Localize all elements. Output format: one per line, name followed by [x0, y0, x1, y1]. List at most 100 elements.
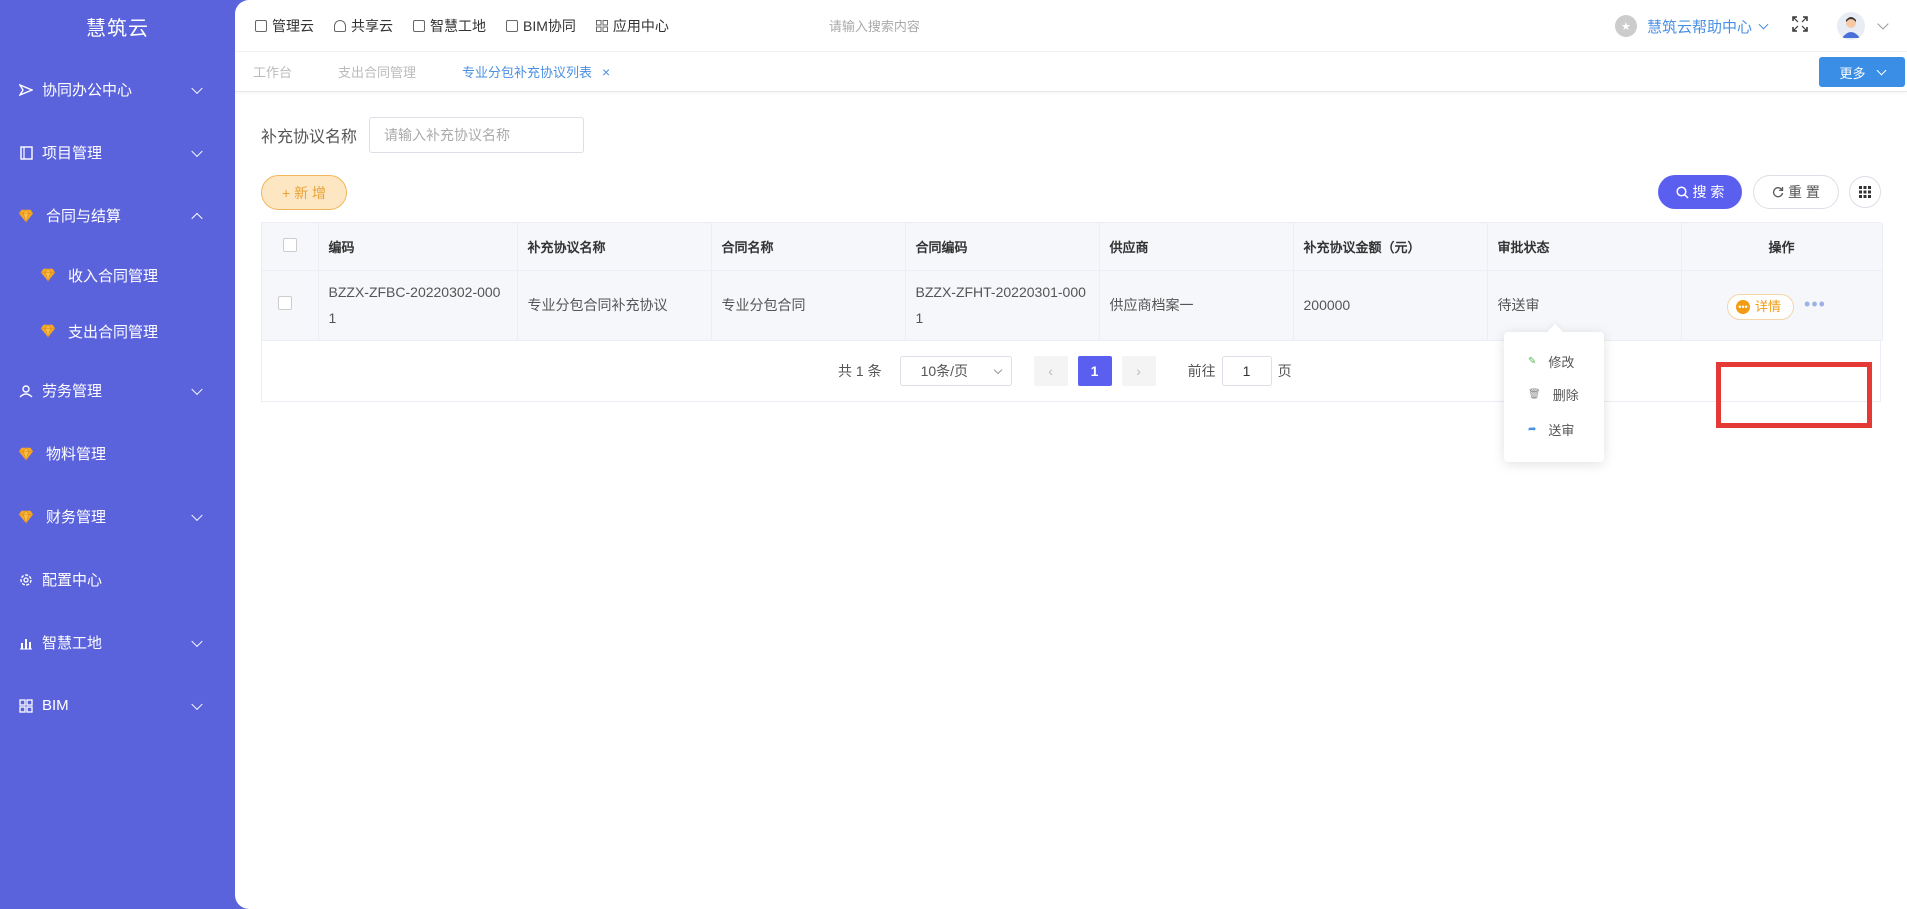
highlight-box [1716, 362, 1872, 428]
refresh-icon [1772, 186, 1784, 198]
column-header: 合同编码 [905, 223, 1100, 271]
tab-expense-contract[interactable]: 支出合同管理 [338, 62, 416, 81]
add-button[interactable]: + 新 增 [261, 175, 347, 210]
sidebar-item-config[interactable]: 配置中心 [0, 548, 235, 611]
column-header: 合同名称 [711, 223, 906, 271]
sidebar-item-label: BIM [42, 697, 69, 714]
goto-page-input[interactable]: 1 [1221, 356, 1272, 386]
sidebar-item-expense-contract[interactable]: 支出合同管理 [0, 303, 235, 359]
sidebar-item-label: 劳务管理 [42, 383, 103, 400]
book-icon [18, 145, 34, 161]
apps-icon [595, 19, 608, 32]
page-size-select[interactable]: 10条/页 [899, 356, 1012, 386]
sidebar-item-label: 合同与结算 [46, 208, 122, 225]
sidebar-item-contract[interactable]: 合同与结算 [0, 184, 235, 247]
row-select-cell [262, 270, 319, 341]
nav-link-label: 智慧工地 [430, 17, 486, 34]
cell-supplier: 供应商档案一 [1099, 270, 1294, 341]
pager-total: 共 1 条 [838, 363, 882, 379]
sidebar-item-income-contract[interactable]: 收入合同管理 [0, 247, 235, 303]
sidebar-item-bim[interactable]: BIM [0, 674, 235, 737]
cell-amount: 200000 [1293, 270, 1488, 341]
sidebar-item-smart-site[interactable]: 智慧工地 [0, 611, 235, 674]
nav-link-app-center[interactable]: 应用中心 [595, 16, 669, 36]
nav-link-smart-site[interactable]: 智慧工地 [413, 16, 486, 36]
reset-button[interactable]: 重 置 [1753, 175, 1839, 209]
agreement-name-input[interactable]: 请输入补充协议名称 [369, 117, 585, 153]
page-number-button[interactable]: 1 [1077, 356, 1112, 386]
more-actions-icon[interactable]: ••• [1804, 294, 1826, 314]
user-avatar[interactable] [1837, 12, 1865, 40]
column-header: 供应商 [1099, 223, 1294, 271]
nav-link-share-cloud[interactable]: 共享云 [334, 16, 393, 36]
goto-prefix: 前往 [1187, 363, 1216, 379]
row-checkbox[interactable] [277, 296, 292, 310]
select-all-checkbox[interactable] [262, 223, 319, 271]
more-button[interactable]: 更多 [1819, 57, 1905, 87]
send-icon [18, 82, 34, 98]
tab-supplement-list[interactable]: 专业分包补充协议列表 × [462, 62, 610, 81]
chevron-down-icon [191, 82, 203, 94]
more-button-label: 更多 [1839, 65, 1866, 81]
nav-link-bim[interactable]: BIM协同 [506, 16, 576, 36]
dropdown-item-delete[interactable]: 🗑 删除 [1504, 381, 1604, 407]
trash-icon: 🗑 [1528, 388, 1541, 400]
chevron-down-icon [191, 145, 203, 157]
sidebar-item-label: 物料管理 [46, 446, 107, 463]
goto-page: 前往 1 页 [1188, 356, 1292, 386]
sidebar-item-label: 协同办公中心 [42, 82, 133, 99]
global-search-input[interactable]: 请输入搜索内容 [829, 16, 920, 35]
chevron-down-icon [191, 635, 203, 647]
close-icon[interactable]: × [602, 64, 610, 80]
top-nav: 管理云 共享云 智慧工地 BIM协同 应用中心 请输入搜索内容 ★ 慧筑云帮助中… [235, 0, 1907, 52]
tab-label: 专业分包补充协议列表 [462, 65, 593, 80]
help-center-link[interactable]: 慧筑云帮助中心 [1647, 16, 1777, 37]
gem-icon [18, 208, 34, 224]
next-page-button[interactable]: › [1121, 356, 1156, 386]
add-button-label: 新 增 [294, 184, 327, 201]
sidebar-item-finance[interactable]: 财务管理 [0, 485, 235, 548]
cell-contract-code: BZZX-ZFHT-20220301-0001 [905, 270, 1100, 341]
sidebar-item-material[interactable]: 物料管理 [0, 422, 235, 485]
reset-button-label: 重 置 [1788, 184, 1820, 200]
main-content: 管理云 共享云 智慧工地 BIM协同 应用中心 请输入搜索内容 ★ 慧筑云帮助中… [235, 0, 1907, 909]
column-header: 补充协议名称 [517, 223, 712, 271]
cell-status: 待送审 [1487, 270, 1682, 341]
tab-workbench[interactable]: 工作台 [253, 62, 292, 81]
nav-link-manage-cloud[interactable]: 管理云 [255, 16, 314, 36]
dropdown-item-label: 送审 [1548, 422, 1575, 438]
dropdown-item-label: 修改 [1548, 354, 1575, 370]
table-row: BZZX-ZFBC-20220302-0001 专业分包合同补充协议 专业分包合… [262, 270, 1883, 341]
user-icon [18, 383, 34, 399]
nav-link-label: 管理云 [272, 17, 314, 34]
sidebar-item-label: 配置中心 [42, 572, 103, 589]
cloud-icon [334, 19, 346, 32]
fullscreen-icon[interactable] [1791, 15, 1809, 38]
search-icon [1675, 185, 1689, 199]
checkbox[interactable] [282, 237, 297, 252]
plus-icon: + [281, 184, 291, 201]
dropdown-item-edit[interactable]: ✎ 修改 [1504, 348, 1604, 374]
chevron-down-icon[interactable] [1877, 18, 1889, 30]
sidebar-item-project[interactable]: 项目管理 [0, 121, 235, 184]
sidebar-item-label: 收入合同管理 [68, 267, 159, 285]
gem-icon [40, 323, 56, 339]
chevron-down-icon [191, 509, 203, 521]
search-button[interactable]: 搜 索 [1658, 175, 1742, 209]
folder-icon [506, 19, 518, 32]
data-table: 编码 补充协议名称 合同名称 合同编码 供应商 补充协议金额（元） 审批状态 操… [261, 222, 1883, 402]
sidebar-item-collab[interactable]: 协同办公中心 [0, 58, 235, 121]
gem-icon [18, 446, 34, 462]
column-settings-icon[interactable] [1849, 176, 1881, 208]
sidebar-item-labor[interactable]: 劳务管理 [0, 359, 235, 422]
detail-button[interactable]: ••• 详情 [1727, 293, 1795, 320]
sidebar-menu: 协同办公中心 项目管理 合同与结算 收入合同管理 支出合同管理 劳务管理 物料管… [0, 58, 235, 737]
contract-submenu: 收入合同管理 支出合同管理 [0, 247, 235, 359]
top-right-tools: ★ 慧筑云帮助中心 [1614, 0, 1889, 52]
brand-logo: 慧筑云 [86, 18, 149, 40]
cell-contract-name: 专业分包合同 [711, 270, 906, 341]
table-header-row: 编码 补充协议名称 合同名称 合同编码 供应商 补充协议金额（元） 审批状态 操… [262, 223, 1883, 271]
prev-page-button[interactable]: ‹ [1033, 356, 1068, 386]
gear-icon [18, 572, 34, 588]
dropdown-item-submit[interactable]: ➦ 送审 [1504, 416, 1604, 442]
